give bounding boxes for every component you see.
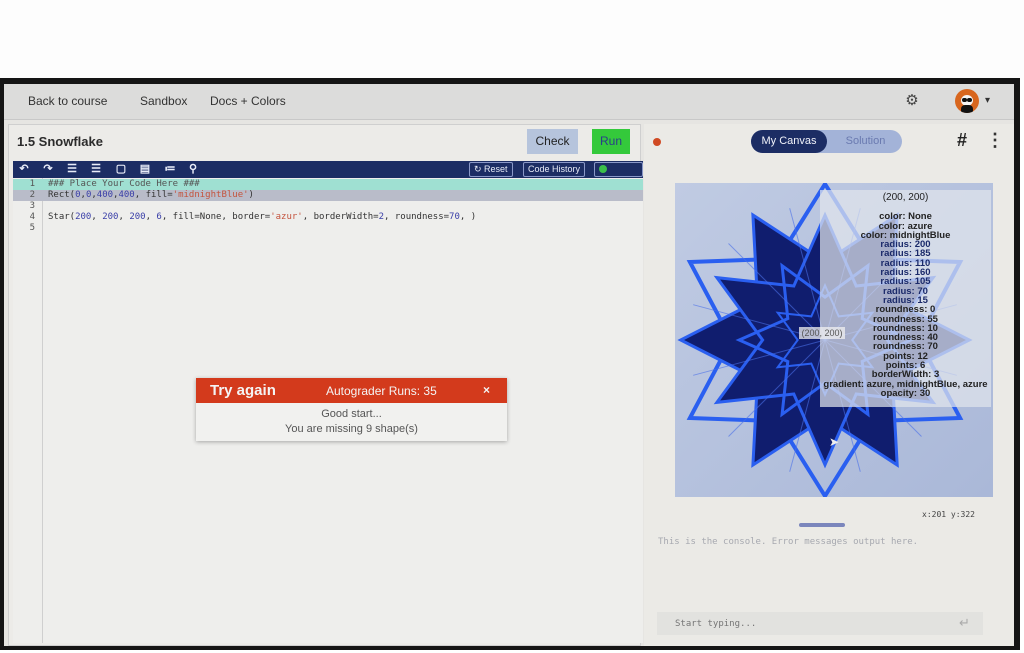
docs-colors-link[interactable]: Docs + Colors [210,94,286,108]
line-number: 2 [29,190,35,200]
line-gutter [13,178,43,643]
outdent-icon[interactable]: ☰ [89,162,103,176]
mouse-y: 322 [960,510,975,519]
my-canvas-tab[interactable]: My Canvas [751,130,827,153]
console-input[interactable] [657,612,983,635]
chevron-down-icon[interactable]: ▾ [985,95,990,106]
editor-toolbar: ↶ ↷ ☰ ☰ ▢ ▤ ≔ ⚲ ↻ Reset Code History Sav… [13,161,643,187]
solution-tab[interactable]: Solution [829,130,902,153]
line-text: Star(200, 200, 200, 6, fill=None, border… [48,212,477,222]
reset-icon: ↻ [474,164,485,174]
format-icon[interactable]: ▤ [138,162,152,176]
mouse-x: 201 [931,510,947,519]
grid-icon[interactable]: # [957,131,967,149]
editor-panel: 1.5 Snowflake Check Run ↶ ↷ ☰ ☰ ▢ ▤ ≔ ⚲ … [8,124,643,646]
reset-label: Reset [484,164,508,174]
top-navbar: Back to course Sandbox Docs + Colors ⚙ ▾ [4,84,1014,120]
saved-dot-icon [599,165,607,173]
line-number: 4 [29,212,35,222]
back-to-course-link[interactable]: Back to course [28,94,107,108]
toast-title: Try again [210,382,276,399]
toast-header: Try again Autograder Runs: 35 × [196,378,507,403]
mouse-cursor-icon: ➤ [829,435,840,449]
code-history-button[interactable]: Code History [523,162,586,177]
line-text: Rect(0,0,400,400, fill='midnightBlue') [48,190,254,200]
close-icon[interactable]: × [483,383,490,397]
enter-icon[interactable]: ↵ [959,615,970,631]
line-text: ### Place Your Code Here ### [48,179,200,189]
redo-icon[interactable]: ↷ [41,162,55,176]
code-line[interactable]: 5 [13,223,643,234]
inspector-row: opacity: 30 [880,387,931,399]
comment-icon[interactable]: ▢ [114,162,128,176]
run-button[interactable]: Run [592,129,630,154]
code-line[interactable]: 4 Star(200, 200, 200, 6, fill=None, borde… [13,212,643,223]
canvas-panel: My Canvas Solution # ⋮ (200, 200) color:… [644,124,1014,646]
toast-missing-shapes: You are missing 9 shape(s) [285,423,418,435]
undo-icon[interactable]: ↶ [17,162,31,176]
gear-icon[interactable]: ⚙ [904,93,920,109]
console-output: This is the console. Error messages outp… [658,537,919,547]
status-dot-icon [653,138,661,146]
app-window: Back to course Sandbox Docs + Colors ⚙ ▾… [4,84,1014,646]
code-line[interactable]: 3 [13,201,643,212]
shape-inspector: (200, 200) color: None color: azure color:… [820,190,991,407]
sandbox-link[interactable]: Sandbox [140,94,187,108]
inspector-coord: (200, 200) [882,192,929,203]
console-resize-handle[interactable] [799,523,845,527]
avatar[interactable] [955,89,979,113]
page-margin [0,0,1024,80]
code-line[interactable]: 2 Rect(0,0,400,400, fill='midnightBlue') [13,190,643,201]
drawing-canvas[interactable]: (200, 200) color: None color: azure color:… [675,183,993,497]
autograder-toast: Try again Autograder Runs: 35 × Good sta… [196,378,507,441]
toast-message: Good start... [321,408,382,420]
line-number: 1 [29,179,35,189]
autograder-runs: Autograder Runs: 35 [326,384,437,398]
fold-icon[interactable]: ≔ [163,162,177,176]
mouse-coordinates: x:201 y:322 [922,510,975,519]
check-button[interactable]: Check [527,129,578,154]
panda-body-icon [961,105,973,113]
line-number: 5 [29,223,35,233]
canvas-toggle: My Canvas Solution [751,130,902,153]
saved-status: Saved [594,162,643,187]
reset-button[interactable]: ↻ Reset [469,162,513,177]
panda-eye-icon [967,98,972,102]
indent-icon[interactable]: ☰ [65,162,79,176]
code-line[interactable]: 1 ### Place Your Code Here ### [13,179,643,190]
line-number: 3 [29,201,35,211]
more-options-icon[interactable]: ⋮ [986,131,1004,149]
search-icon[interactable]: ⚲ [186,162,200,176]
center-coord-tag: (200, 200) [799,327,845,339]
lesson-title: 1.5 Snowflake [17,134,103,149]
